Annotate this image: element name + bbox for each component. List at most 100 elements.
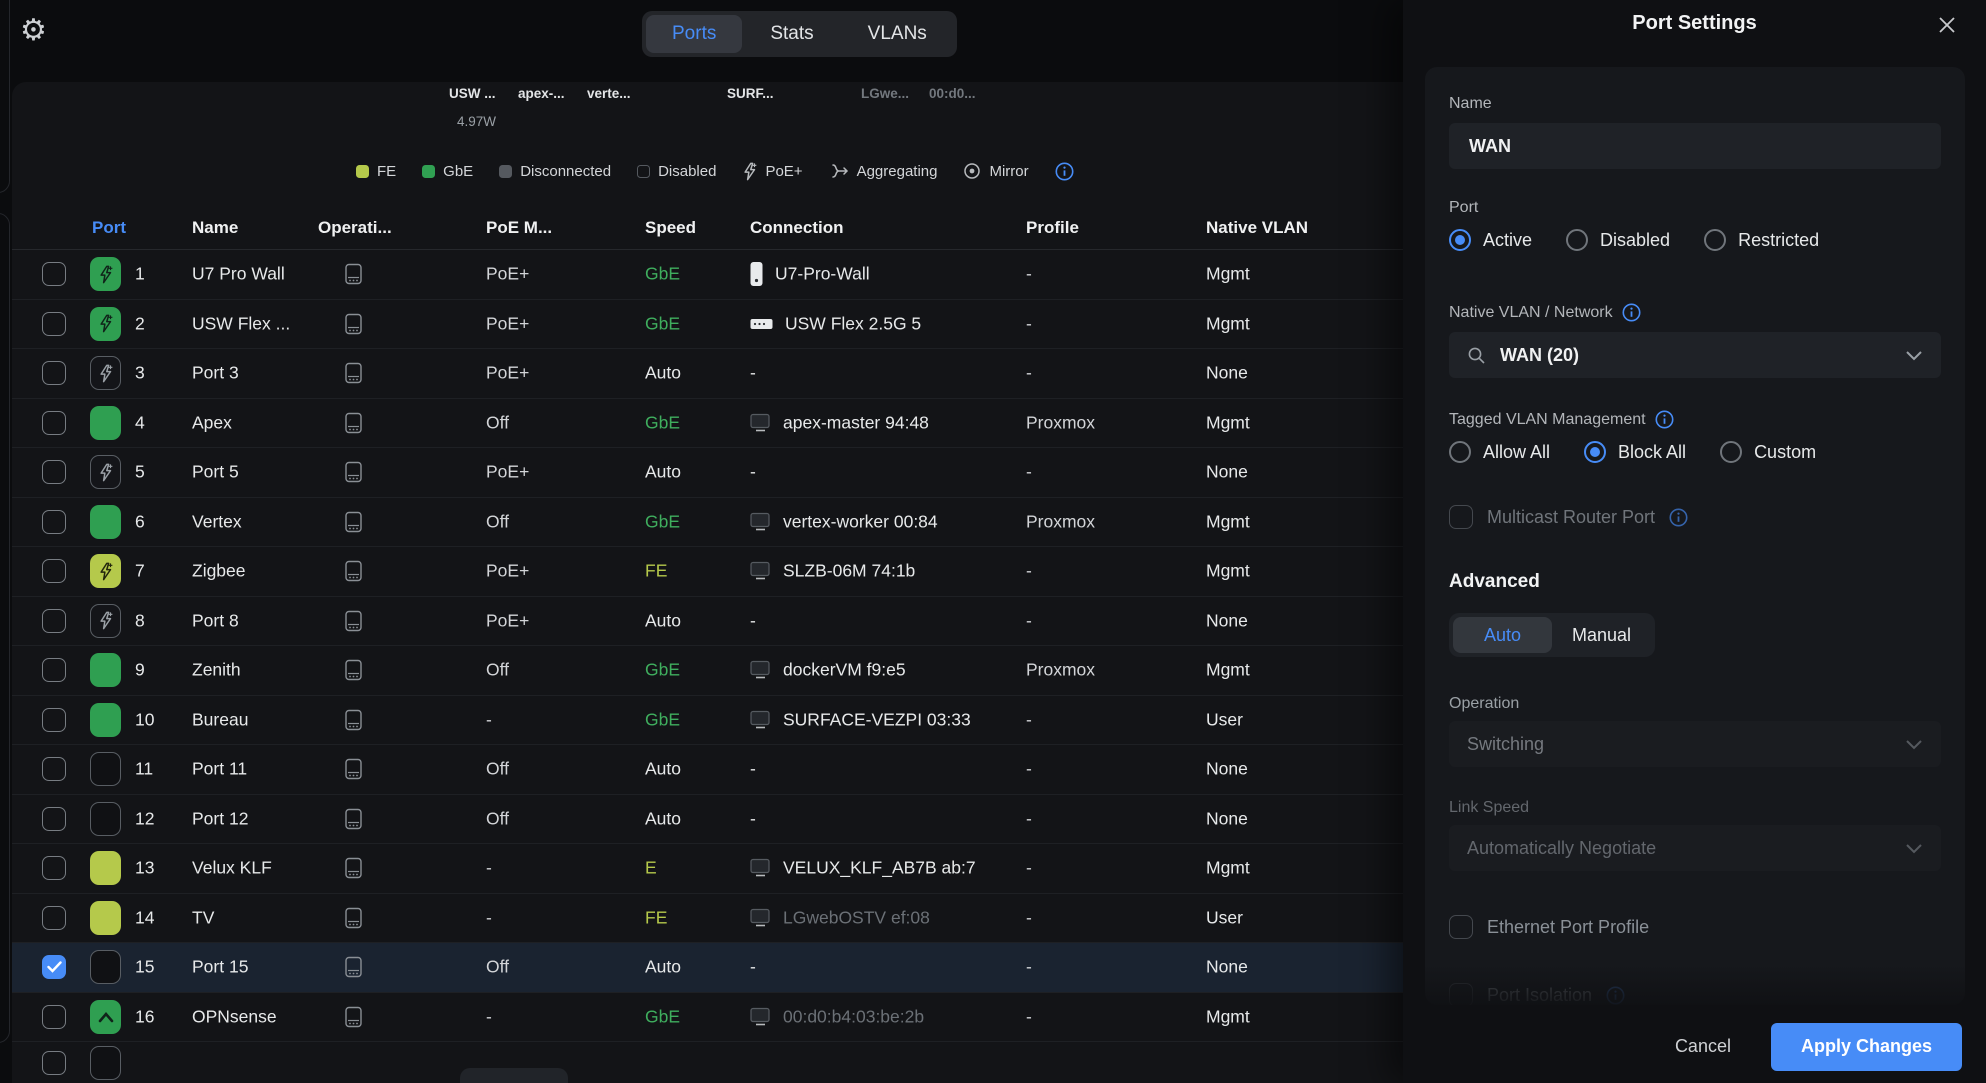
row-checkbox[interactable]: [42, 312, 66, 336]
info-icon[interactable]: [1655, 410, 1674, 429]
column-header-speed[interactable]: Speed: [645, 218, 696, 238]
close-icon[interactable]: [1936, 14, 1958, 36]
column-header-connection[interactable]: Connection: [750, 218, 844, 238]
mode-auto[interactable]: Auto: [1453, 617, 1552, 653]
row-checkbox[interactable]: [42, 906, 66, 930]
poe-mode: Off: [486, 808, 509, 829]
client-icon: [750, 512, 771, 531]
profile: -: [1026, 313, 1032, 334]
ethernet-port-profile-checkbox[interactable]: [1449, 915, 1473, 939]
radio-label: Active: [1483, 230, 1532, 251]
row-checkbox[interactable]: [42, 708, 66, 732]
profile: -: [1026, 264, 1032, 285]
tagged-vlan-option-block-all[interactable]: Block All: [1584, 441, 1686, 463]
switch-device-icon: [345, 313, 362, 334]
operation-select[interactable]: Switching: [1449, 721, 1941, 767]
native-vlan-select[interactable]: WAN (20): [1449, 332, 1941, 378]
info-icon[interactable]: [1669, 508, 1688, 527]
port-name: Port 12: [192, 808, 248, 829]
profile: -: [1026, 363, 1032, 384]
native-vlan: None: [1206, 759, 1248, 780]
column-header-operati-[interactable]: Operati...: [318, 218, 392, 238]
legend-label: Mirror: [989, 163, 1028, 180]
column-header-profile[interactable]: Profile: [1026, 218, 1079, 238]
tab-stats[interactable]: Stats: [744, 15, 839, 53]
row-checkbox[interactable]: [42, 1051, 66, 1075]
connection: -: [750, 462, 756, 483]
profile: -: [1026, 858, 1032, 879]
column-header-native-vlan[interactable]: Native VLAN: [1206, 218, 1308, 238]
info-icon[interactable]: [1055, 162, 1074, 181]
port-name: Zigbee: [192, 561, 246, 582]
pagination-pill[interactable]: [460, 1068, 568, 1083]
port-name: Port 5: [192, 462, 239, 483]
chevron-down-icon: [1905, 349, 1923, 361]
port-name: Vertex: [192, 511, 242, 532]
multicast-router-port-row: Multicast Router Port: [1449, 505, 1941, 529]
name-input[interactable]: WAN: [1449, 123, 1941, 169]
name-value: WAN: [1469, 136, 1511, 157]
port-name: Bureau: [192, 709, 248, 730]
client-icon: [750, 859, 771, 878]
port-settings-panel: Port Settings Name WAN Port ActiveDisabl…: [1403, 0, 1986, 1083]
link-speed-select[interactable]: Automatically Negotiate: [1449, 825, 1941, 871]
column-header-name[interactable]: Name: [192, 218, 238, 238]
poe-mode: Off: [486, 511, 509, 532]
row-checkbox[interactable]: [42, 510, 66, 534]
row-checkbox[interactable]: [42, 658, 66, 682]
row-checkbox[interactable]: [42, 856, 66, 880]
multicast-checkbox[interactable]: [1449, 505, 1473, 529]
row-checkbox[interactable]: [42, 955, 66, 979]
row-checkbox[interactable]: [42, 460, 66, 484]
switch-device-icon: [345, 363, 362, 384]
port-state-option-active[interactable]: Active: [1449, 229, 1532, 251]
chevron-down-icon: [1905, 738, 1923, 750]
column-header-poe-m-[interactable]: PoE M...: [486, 218, 552, 238]
row-checkbox[interactable]: [42, 559, 66, 583]
legend-label: Disabled: [658, 163, 716, 180]
native-vlan: Mgmt: [1206, 660, 1250, 681]
row-checkbox[interactable]: [42, 1005, 66, 1029]
port-state-option-restricted[interactable]: Restricted: [1704, 229, 1819, 251]
port-state-option-disabled[interactable]: Disabled: [1566, 229, 1670, 251]
row-checkbox[interactable]: [42, 262, 66, 286]
apply-changes-button[interactable]: Apply Changes: [1771, 1023, 1962, 1071]
port-number: 6: [135, 511, 145, 532]
native-vlan: Mgmt: [1206, 561, 1250, 582]
settings-gear-icon[interactable]: ⚙: [20, 16, 47, 46]
cancel-button[interactable]: Cancel: [1675, 1036, 1731, 1057]
profile: -: [1026, 462, 1032, 483]
native-vlan: Mgmt: [1206, 264, 1250, 285]
info-icon[interactable]: [1606, 986, 1625, 1005]
switch-device-icon: [345, 511, 362, 532]
poe-mode: PoE+: [486, 610, 529, 631]
row-checkbox[interactable]: [42, 609, 66, 633]
connection: -: [750, 808, 756, 829]
tab-ports[interactable]: Ports: [646, 15, 742, 53]
port-isolation-checkbox[interactable]: [1449, 983, 1473, 1005]
tagged-vlan-option-custom[interactable]: Custom: [1720, 441, 1816, 463]
switch-device-icon: [345, 462, 362, 483]
connection: SURFACE-VEZPI 03:33: [750, 709, 971, 730]
switch-device-icon: [345, 264, 362, 285]
port-number: 9: [135, 660, 145, 681]
row-checkbox[interactable]: [42, 807, 66, 831]
port-status-icon: [90, 406, 121, 440]
port-number: 11: [135, 759, 153, 780]
tagged-vlan-option-allow-all[interactable]: Allow All: [1449, 441, 1550, 463]
mode-manual[interactable]: Manual: [1552, 617, 1651, 653]
speed: E: [645, 858, 657, 879]
row-checkbox[interactable]: [42, 757, 66, 781]
info-icon[interactable]: [1622, 303, 1641, 322]
poe-mode: PoE+: [486, 363, 529, 384]
radio-icon: [1566, 229, 1588, 251]
row-checkbox[interactable]: [42, 361, 66, 385]
column-header-port[interactable]: Port: [92, 218, 126, 238]
switch-device-icon: [345, 957, 362, 978]
advanced-mode-toggle: AutoManual: [1449, 613, 1655, 657]
tab-vlans[interactable]: VLANs: [842, 15, 953, 53]
row-checkbox[interactable]: [42, 411, 66, 435]
port-number: 15: [135, 957, 154, 978]
radio-label: Disabled: [1600, 230, 1670, 251]
speed: FE: [645, 907, 667, 928]
